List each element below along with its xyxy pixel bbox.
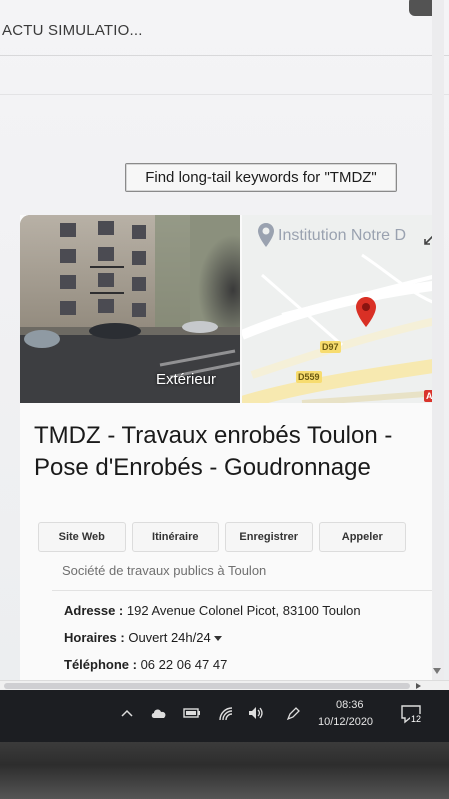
longtail-keywords-button[interactable]: Find long-tail keywords for "TMDZ" <box>125 163 397 192</box>
divider <box>52 590 432 591</box>
notification-count: 12 <box>410 714 423 724</box>
tab-title[interactable]: ACTU SIMULATIO... <box>2 22 143 39</box>
chevron-up-icon[interactable] <box>120 706 134 720</box>
wifi-icon[interactable] <box>218 706 234 722</box>
place-marker-icon <box>258 223 274 247</box>
address-row: Adresse : 192 Avenue Colonel Picot, 8310… <box>64 603 361 618</box>
monitor-bezel <box>0 742 449 799</box>
business-pin-icon[interactable] <box>354 295 378 329</box>
phone-row: Téléphone : 06 22 06 47 47 <box>64 657 227 672</box>
hours-value[interactable]: Ouvert 24h/24 <box>128 630 210 645</box>
business-category: Société de travaux publics à Toulon <box>62 563 267 578</box>
horizontal-scrollbar[interactable] <box>0 680 449 690</box>
road-badge: D97 <box>320 341 341 353</box>
divider <box>0 94 449 95</box>
scrollbar-thumb[interactable] <box>4 683 410 689</box>
action-buttons: Site Web Itinéraire Enregistrer Appeler <box>38 522 406 554</box>
hours-row: Horaires : Ouvert 24h/24 <box>64 630 222 645</box>
road-badge: D559 <box>296 371 322 383</box>
call-button[interactable]: Appeler <box>318 522 406 552</box>
cloud-icon[interactable] <box>150 706 168 720</box>
taskbar: 08:36 10/12/2020 12 <box>0 690 449 742</box>
phone-label: Téléphone : <box>64 657 137 672</box>
divider <box>0 55 449 56</box>
address-label: Adresse : <box>64 603 124 618</box>
directions-button[interactable]: Itinéraire <box>131 522 219 552</box>
volume-icon[interactable] <box>248 706 264 720</box>
vertical-scrollbar[interactable] <box>432 0 444 690</box>
location-map[interactable]: Institution Notre D D97 D559 A57 <box>242 215 440 403</box>
business-title: TMDZ - Travaux enrobés Toulon - Pose d'E… <box>34 422 393 481</box>
pen-icon[interactable] <box>285 706 301 722</box>
save-button[interactable]: Enregistrer <box>225 522 313 552</box>
browser-window: ACTU SIMULATIO... Find long-tail keyword… <box>0 0 449 690</box>
photo-label: Extérieur <box>156 371 217 388</box>
exterior-photo[interactable]: Extérieur <box>20 215 240 403</box>
battery-icon[interactable] <box>183 706 201 720</box>
map-place-label: Institution Notre D <box>278 227 407 244</box>
hours-label: Horaires : <box>64 630 125 645</box>
clock-time[interactable]: 08:36 <box>336 699 364 711</box>
website-button[interactable]: Site Web <box>38 522 126 552</box>
address-value[interactable]: 192 Avenue Colonel Picot, 83100 Toulon <box>127 603 361 618</box>
clock-date[interactable]: 10/12/2020 <box>318 716 373 728</box>
scroll-down-icon[interactable] <box>433 668 441 674</box>
phone-value[interactable]: 06 22 06 47 47 <box>141 657 228 672</box>
caret-down-icon[interactable] <box>213 636 222 642</box>
scroll-right-icon[interactable] <box>416 683 421 689</box>
